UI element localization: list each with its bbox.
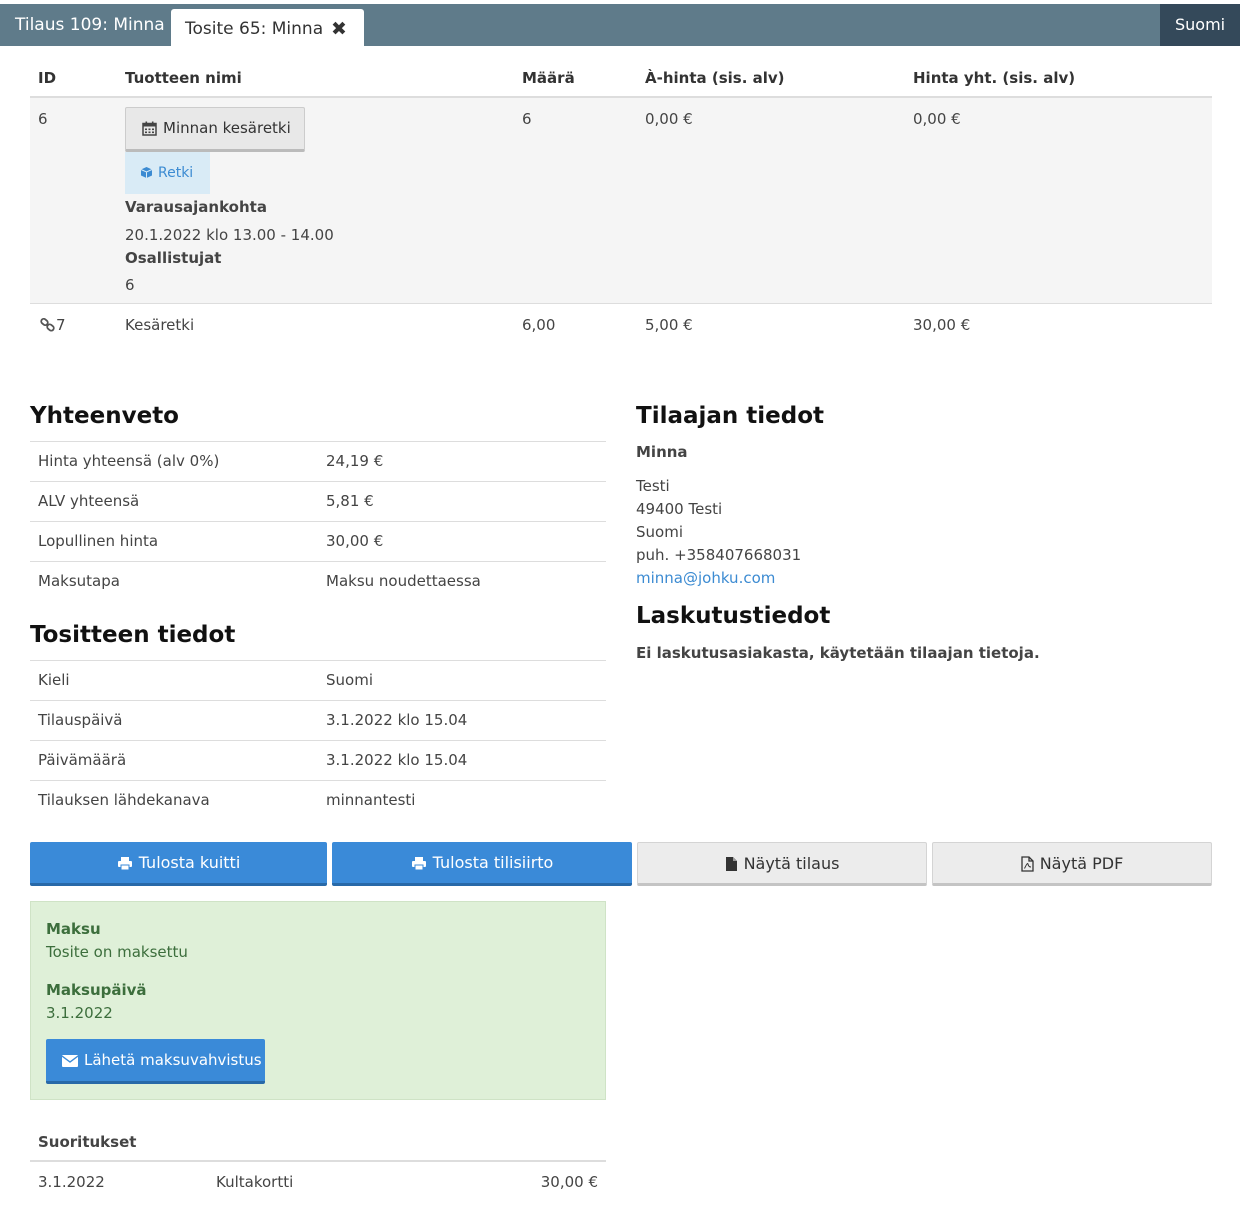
cube-icon [140,167,153,178]
link-icon [40,317,55,332]
header-unit-price: À-hinta (sis. alv) [645,69,785,87]
row-qty: 6,00 [522,316,556,334]
file-icon [725,857,737,871]
booking-time-value: 20.1.2022 klo 13.00 - 14.00 [125,226,334,244]
payment-label: Maksu [46,920,101,938]
summary-title: Yhteenveto [30,403,179,429]
row-id: 6 [38,110,48,128]
product-button-label: Minnan kesäretki [163,119,291,137]
table-header: ID Tuotteen nimi Määrä À-hinta (sis. alv… [30,56,1212,98]
header-id: ID [38,69,57,87]
summary-table: Hinta yhteensä (alv 0%) 24,19 € ALV yhtee… [30,441,606,601]
booking-time-label: Varausajankohta [125,198,267,216]
header-total: Hinta yht. (sis. alv) [913,69,1076,87]
table-row: 7 Kesäretki 6,00 5,00 € 30,00 € [30,304,1212,346]
row-total: 0,00 € [913,110,961,128]
row-qty: 6 [522,110,532,128]
show-pdf-button[interactable]: Näytä PDF [932,842,1212,886]
table-row: Päivämäärä 3.1.2022 klo 15.04 [30,740,606,780]
table-row: Tilauksen lähdekanava minnantesti [30,780,606,820]
document-table: Kieli Suomi Tilauspäivä 3.1.2022 klo 15.04… [30,660,606,820]
send-payment-confirmation-button[interactable]: Lähetä maksuvahvistus [46,1039,265,1084]
customer-email-link[interactable]: minna@johku.com [636,569,775,587]
pdf-file-icon [1021,856,1034,872]
customer-address1: Testi [636,477,670,495]
category-tag-label: Retki [158,165,194,181]
payment-status: Tosite on maksettu [46,943,188,961]
row-unit-price: 0,00 € [645,110,693,128]
row-total: 30,00 € [913,316,971,334]
customer-phone: puh. +358407668031 [636,546,802,564]
payment-panel: Maksu Tosite on maksettu Maksupäivä 3.1.… [30,901,606,1100]
payment-date-label: Maksupäivä [46,981,147,999]
product-button[interactable]: Minnan kesäretki [125,107,305,152]
top-bar: Tilaus 109: Minna Tosite 65: Minna ✖ Suo… [0,4,1240,46]
print-receipt-button[interactable]: Tulosta kuitti [30,842,327,886]
customer-country: Suomi [636,523,683,541]
table-row: Hinta yhteensä (alv 0%) 24,19 € [30,441,606,481]
transactions-header: Suoritukset [30,1120,606,1162]
transaction-amount: 30,00 € [540,1173,598,1191]
table-row: Maksutapa Maksu noudettaessa [30,561,606,601]
tab-order[interactable]: Tilaus 109: Minna [0,4,165,46]
table-row: Kieli Suomi [30,660,606,700]
category-tag[interactable]: Retki [125,152,210,194]
transaction-date: 3.1.2022 [38,1173,105,1191]
table-row: 6 Minnan kesäretki Retki Varausajankohta… [30,98,1212,304]
print-icon [411,857,426,871]
transactions-title: Suoritukset [38,1133,137,1151]
print-icon [117,857,132,871]
language-selector[interactable]: Suomi [1160,4,1240,46]
customer-title: Tilaajan tiedot [636,403,825,429]
envelope-icon [61,1055,79,1067]
close-icon[interactable]: ✖ [331,9,347,49]
table-row: Lopullinen hinta 30,00 € [30,521,606,561]
billing-title: Laskutustiedot [636,603,831,629]
header-qty: Määrä [522,69,575,87]
header-name: Tuotteen nimi [125,69,242,87]
transaction-method: Kultakortti [216,1173,294,1191]
participants-value: 6 [125,276,135,294]
payment-date: 3.1.2022 [46,1004,113,1022]
customer-name: Minna [636,443,688,461]
tab-document[interactable]: Tosite 65: Minna ✖ [171,9,364,46]
table-row: Tilauspäivä 3.1.2022 klo 15.04 [30,700,606,740]
show-order-button[interactable]: Näytä tilaus [637,842,927,886]
print-transfer-button[interactable]: Tulosta tilisiirto [332,842,632,886]
tab-document-label: Tosite 65: Minna [185,19,324,39]
calendar-icon [142,121,157,136]
row-name: Kesäretki [125,316,195,334]
billing-text: Ei laskutusasiakasta, käytetään tilaajan… [636,644,1040,662]
table-row: 3.1.2022 Kultakortti 30,00 € [30,1162,606,1202]
document-title: Tositteen tiedot [30,622,236,648]
table-row: ALV yhteensä 5,81 € [30,481,606,521]
row-unit-price: 5,00 € [645,316,693,334]
customer-address2: 49400 Testi [636,500,723,518]
row-id: 7 [40,316,66,334]
participants-label: Osallistujat [125,249,222,267]
